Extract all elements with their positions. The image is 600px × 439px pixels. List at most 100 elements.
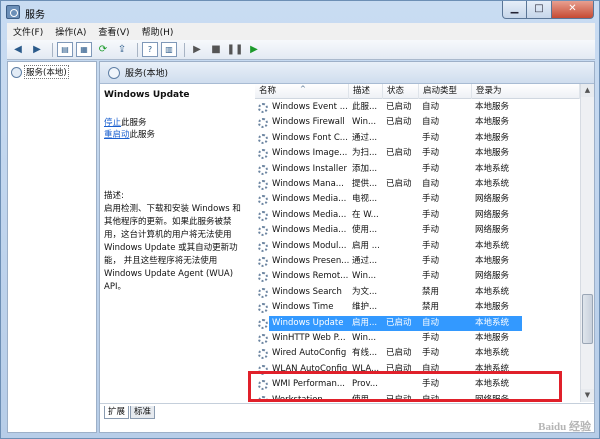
service-gear-icon	[258, 118, 268, 129]
cell-startup-type: 手动	[422, 333, 440, 343]
column-header-logon-as[interactable]: 登录为	[472, 84, 580, 99]
cell-logon-as: 本地系统	[475, 379, 510, 390]
menu-file[interactable]: 文件(F)	[7, 25, 49, 38]
cell-name: Windows Modul...	[272, 240, 347, 251]
cell-name: Windows Event ...	[272, 102, 348, 112]
refresh-icon[interactable]: ⟳	[95, 42, 111, 57]
help-icon[interactable]: ?	[142, 42, 158, 57]
table-row[interactable]: Windows Time 维护... 禁用 本地服务	[255, 300, 580, 315]
tab-extended[interactable]: 扩展	[104, 406, 130, 419]
cell-name: Windows Installer	[272, 163, 347, 174]
column-header-name[interactable]: 名称 ^	[255, 84, 349, 99]
table-row[interactable]: WMI Performan... Prov... 手动 本地系统	[255, 377, 580, 392]
services-table: 名称 ^ 描述 状态 启动类型 登录为 Windows Event ... 此服..…	[255, 84, 580, 402]
start-service-icon[interactable]: ▶	[189, 42, 205, 57]
back-arrow-icon[interactable]: ◀	[10, 42, 26, 57]
cell-status	[383, 192, 419, 207]
export-list-icon[interactable]: ⇪	[114, 42, 130, 57]
restart-service-icon[interactable]: ▶	[246, 42, 262, 57]
cell-startup-type: 手动	[422, 194, 440, 205]
services-app-icon	[6, 5, 20, 19]
scroll-thumb[interactable]	[582, 294, 593, 344]
tree-item-local-services[interactable]: 服务(本地)	[8, 62, 96, 82]
stop-service-icon[interactable]: ■	[208, 42, 224, 57]
cell-name: Windows Mana...	[272, 179, 344, 189]
cell-logon-as: 本地系统	[475, 348, 510, 359]
cell-name: Windows Presen...	[272, 256, 349, 266]
console-tree-icon[interactable]: ▤	[57, 42, 73, 57]
table-row[interactable]: Windows Mana... 提供... 已启动 自动 本地系统	[255, 177, 580, 192]
table-row[interactable]: Windows Presen... 通过... 手动 本地服务	[255, 254, 580, 269]
maximize-button[interactable]: □	[527, 1, 552, 19]
view-icon[interactable]: ▥	[161, 42, 177, 57]
title-bar[interactable]: 服务 ▁ □ ✕	[1, 1, 599, 23]
column-header-startup-type[interactable]: 启动类型	[419, 84, 472, 99]
restart-service-link[interactable]: 重启动	[104, 130, 130, 140]
cell-startup-type: 禁用	[422, 286, 440, 297]
cell-description: 为扫...	[352, 148, 378, 159]
menu-action[interactable]: 操作(A)	[49, 25, 92, 38]
services-gear-icon	[108, 66, 120, 79]
properties-icon[interactable]: ▦	[76, 42, 92, 57]
vertical-scrollbar[interactable]: ▲ ▼	[580, 84, 594, 402]
selected-service-title: Windows Update	[104, 90, 190, 100]
table-row[interactable]: Windows Search 为文... 禁用 本地系统	[255, 285, 580, 300]
table-row[interactable]: Windows Installer 添加... 手动 本地系统	[255, 162, 580, 177]
cell-status	[383, 223, 419, 238]
cell-startup-type: 手动	[422, 271, 440, 282]
scroll-down-icon[interactable]: ▼	[581, 389, 594, 402]
scroll-up-icon[interactable]: ▲	[581, 84, 594, 97]
cell-status	[383, 300, 419, 315]
cell-name: Wired AutoConfig	[272, 348, 347, 359]
action-suffix: 此服务	[129, 130, 156, 140]
cell-description: 电视...	[352, 194, 378, 205]
service-gear-icon	[258, 210, 268, 221]
table-row[interactable]: Windows Event ... 此服... 已启动 自动 本地服务	[255, 100, 580, 115]
service-gear-icon	[258, 226, 268, 237]
table-row[interactable]: WinHTTP Web P... Win... 手动 本地服务	[255, 331, 580, 346]
pause-service-icon[interactable]: ❚❚	[227, 42, 244, 57]
description-text: 描述: 启用检测、下载和安装 Windows 和 其他程序的更新。如果此服务被禁…	[104, 190, 252, 294]
cell-logon-as: 本地系统	[475, 240, 510, 251]
table-row[interactable]: Windows Image... 为扫... 已启动 手动 本地服务	[255, 146, 580, 161]
table-row[interactable]: Windows Media... 在 W... 手动 网络服务	[255, 208, 580, 223]
table-row[interactable]: Windows Modul... 启用 ... 手动 本地系统	[255, 239, 580, 254]
table-row[interactable]: Workstation 使用 ... 已启动 自动 网络服务	[255, 393, 580, 402]
table-row[interactable]: Windows Firewall Win... 已启动 自动 本地服务	[255, 115, 580, 130]
table-row[interactable]: Windows Remot... Win... 手动 网络服务	[255, 269, 580, 284]
service-gear-icon	[258, 364, 268, 375]
cell-startup-type: 禁用	[422, 302, 440, 313]
cell-logon-as: 本地系统	[475, 163, 510, 174]
baidu-watermark: Baidu 经验	[538, 421, 591, 433]
cell-logon-as: 本地服务	[475, 132, 510, 143]
sort-ascending-icon: ^	[300, 85, 306, 93]
cell-status	[383, 131, 419, 146]
menu-view[interactable]: 查看(V)	[92, 25, 135, 38]
table-row[interactable]: WLAN AutoConfig WLA... 已启动 自动 本地系统	[255, 362, 580, 377]
cell-description: Win...	[352, 271, 377, 282]
close-button[interactable]: ✕	[552, 1, 594, 19]
stop-service-link[interactable]: 停止	[104, 118, 121, 128]
cell-startup-type: 手动	[422, 240, 440, 251]
tab-standard[interactable]: 标准	[130, 406, 156, 419]
service-gear-icon	[258, 257, 268, 267]
column-header-description[interactable]: 描述	[349, 84, 383, 99]
minimize-button[interactable]: ▁	[502, 1, 527, 19]
description-line: 用，这台计算机的用户将无法使用	[104, 230, 232, 240]
table-row[interactable]: Wired AutoConfig 有线... 已启动 手动 本地系统	[255, 346, 580, 361]
table-row[interactable]: Windows Media... 使用... 手动 网络服务	[255, 223, 580, 238]
column-header-status[interactable]: 状态	[383, 84, 419, 99]
cell-startup-type: 手动	[422, 256, 440, 266]
table-row[interactable]: Windows Font C... 通过... 手动 本地服务	[255, 131, 580, 146]
description-line: 启用检测、下载和安装 Windows 和	[104, 204, 241, 214]
menu-help[interactable]: 帮助(H)	[136, 25, 180, 38]
table-header: 名称 ^ 描述 状态 启动类型 登录为	[255, 84, 580, 99]
forward-arrow-icon[interactable]: ▶	[29, 42, 45, 57]
table-row[interactable]: Windows Media... 电视... 手动 网络服务	[255, 192, 580, 207]
table-row-selected[interactable]: Windows Update 启用... 已启动 自动 本地系统	[255, 315, 580, 331]
cell-status	[383, 162, 419, 177]
cell-startup-type: 手动	[422, 209, 440, 220]
action-suffix: 此服务	[121, 118, 147, 128]
view-tabs: 扩展 标准	[100, 403, 594, 432]
cell-status: 已启动	[386, 102, 412, 112]
